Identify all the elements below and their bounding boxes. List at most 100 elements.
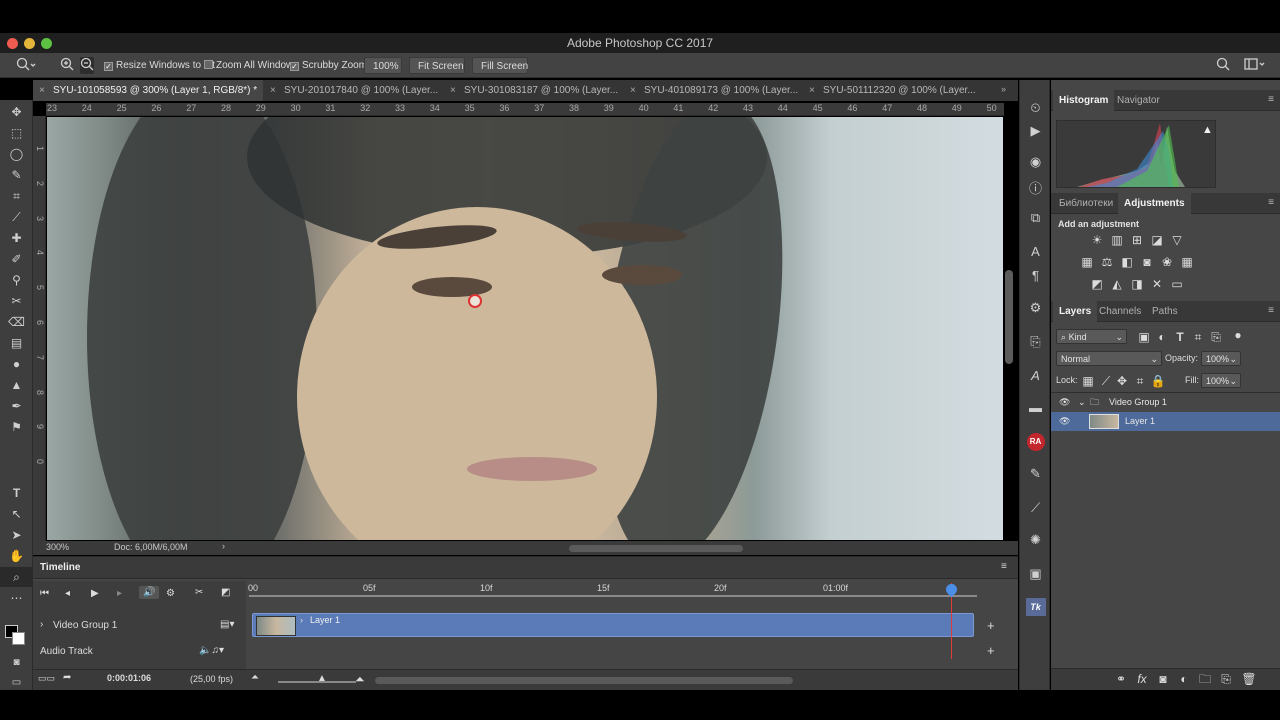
color-lookup-icon[interactable]: ▦ — [1179, 255, 1195, 269]
curves-icon[interactable]: ⊞ — [1129, 233, 1145, 247]
healing-icon[interactable]: ✚ — [0, 228, 33, 248]
close-tab-icon[interactable]: × — [39, 80, 45, 101]
trash-icon[interactable]: 🗑 — [1241, 672, 1257, 686]
close-tab-icon[interactable]: × — [270, 80, 276, 101]
lock-transparent-icon[interactable]: ▦ — [1080, 374, 1096, 388]
color-balance-icon[interactable]: ⚖ — [1099, 255, 1115, 269]
black-white-icon[interactable]: ◧ — [1119, 255, 1135, 269]
previous-frame-icon[interactable]: ◂ — [65, 588, 70, 599]
hand-icon[interactable]: ✋ — [0, 546, 33, 566]
settings-icon[interactable]: ⚙ — [166, 588, 175, 599]
properties-icon[interactable]: ◉ — [1020, 154, 1051, 170]
lock-image-icon[interactable]: ⟋ — [1098, 374, 1114, 388]
filter-shape-icon[interactable]: ⌗ — [1190, 330, 1206, 344]
eye-icon[interactable]: 👁 — [1059, 412, 1070, 431]
eyedropper-icon[interactable]: ⟋ — [0, 207, 33, 227]
zoom-percent-button[interactable]: 100% — [364, 57, 402, 74]
move-icon[interactable]: ✥ — [0, 102, 33, 122]
channel-mixer-icon[interactable]: ❀ — [1159, 255, 1175, 269]
brush-icon[interactable]: ✐ — [0, 249, 33, 269]
tab-adjustments[interactable]: Adjustments — [1118, 193, 1191, 214]
zoom-icon[interactable]: ⌕ — [0, 567, 33, 587]
panel-menu-icon[interactable]: ≡ — [1268, 305, 1274, 316]
filter-pixel-icon[interactable]: ▣ — [1136, 330, 1152, 344]
background-color-swatch[interactable] — [12, 632, 25, 645]
gear-plugin-icon[interactable]: ✺ — [1020, 532, 1051, 548]
marquee-icon[interactable]: ⬚ — [0, 123, 33, 143]
clone-source-icon[interactable]: ⎘ — [1020, 334, 1051, 350]
crop-icon[interactable]: ⌗ — [0, 186, 33, 206]
fill-screen-button[interactable]: Fill Screen — [472, 57, 528, 74]
add-audio-icon[interactable]: + — [987, 643, 995, 658]
next-frame-icon[interactable]: ▸ — [117, 588, 122, 599]
direct-select-icon[interactable]: ↖ — [0, 504, 33, 524]
hue-saturation-icon[interactable]: ▦ — [1079, 255, 1095, 269]
audio-toggle-icon[interactable]: 🔊 — [139, 586, 160, 599]
exposure-icon[interactable]: ◪ — [1149, 233, 1165, 247]
add-media-icon[interactable]: + — [987, 618, 995, 633]
expand-group-icon[interactable]: › — [40, 619, 43, 630]
lasso-icon[interactable]: ◯ — [0, 144, 33, 164]
type-icon[interactable]: T — [0, 483, 33, 503]
render-video-icon[interactable]: ➦ — [63, 672, 71, 683]
folder-icon[interactable]: ▬ — [1020, 400, 1051, 415]
timeline-scrollbar[interactable] — [375, 677, 793, 684]
filter-kind-select[interactable]: ⌕ Kind ⌄ — [1056, 329, 1127, 344]
more-tabs-icon[interactable]: » — [1001, 84, 1006, 94]
image-icon[interactable]: ▣ — [1020, 566, 1051, 582]
close-tab-icon[interactable]: × — [630, 80, 636, 101]
tab-libraries[interactable]: Библиотеки — [1053, 193, 1119, 214]
character-icon[interactable]: A — [1020, 244, 1051, 259]
chevron-down-icon[interactable]: ⌄ — [1078, 393, 1086, 412]
tab-channels[interactable]: Channels — [1093, 301, 1147, 322]
lock-position-icon[interactable]: ✥ — [1114, 374, 1130, 388]
transition-icon[interactable]: ◩ — [221, 587, 230, 598]
link-layers-icon[interactable]: ⚭ — [1113, 672, 1129, 686]
lock-artboard-icon[interactable]: ⌗ — [1132, 374, 1148, 388]
video-clip[interactable]: › Layer 1 — [252, 613, 974, 637]
tab-paths[interactable]: Paths — [1146, 301, 1184, 322]
threshold-icon[interactable]: ◨ — [1129, 277, 1145, 291]
photo-filter-icon[interactable]: ◙ — [1139, 255, 1155, 269]
zoom-all-windows-checkbox[interactable]: Zoom All Windows — [204, 57, 298, 74]
work-area-bar[interactable] — [249, 595, 977, 597]
edit-icon[interactable]: ✎ — [1020, 466, 1051, 482]
add-mask-icon[interactable]: ◙ — [1155, 672, 1171, 686]
play-icon[interactable]: ▶ — [91, 588, 99, 599]
minimize-window-button[interactable] — [24, 38, 35, 49]
path-select-icon[interactable]: ➤ — [0, 525, 33, 545]
blend-mode-select[interactable]: Normal ⌄ — [1056, 351, 1162, 366]
invert-icon[interactable]: ◩ — [1089, 277, 1105, 291]
go-to-first-frame-icon[interactable]: ⏮ — [40, 588, 49, 599]
adjustment-layer-icon[interactable]: ◐ — [1176, 672, 1192, 686]
filter-adjustment-icon[interactable]: ◐ — [1154, 330, 1170, 344]
opacity-field[interactable]: 100% ⌄ — [1201, 351, 1241, 366]
tab-document-4[interactable]: × SYU-401089173 @ 100% (Layer... — [624, 80, 804, 101]
info-icon[interactable]: ⓘ — [1020, 178, 1051, 197]
maximize-window-button[interactable] — [41, 38, 52, 49]
gradient-icon[interactable]: ▤ — [0, 333, 33, 353]
clip-expand-icon[interactable]: › — [300, 615, 303, 625]
timeline-zoom-handle[interactable]: ▲ — [317, 673, 327, 684]
zoom-tool-icon[interactable] — [16, 57, 36, 76]
plugin-icon[interactable]: ⚙ — [1020, 300, 1051, 316]
tab-document-1[interactable]: × SYU-101058593 @ 300% (Layer 1, RGB/8*) … — [33, 80, 263, 101]
dodge-icon[interactable]: ▲ — [0, 375, 33, 395]
blur-icon[interactable]: ● — [0, 354, 33, 374]
layer-row-group[interactable]: 👁 ⌄ 🗀 Video Group 1 — [1051, 393, 1280, 412]
ra-plugin-icon[interactable]: RA — [1020, 432, 1051, 451]
vibrance-icon[interactable]: ▽ — [1169, 233, 1185, 247]
tab-document-2[interactable]: × SYU-201017840 @ 100% (Layer... — [264, 80, 444, 101]
levels-icon[interactable]: ▥ — [1109, 233, 1125, 247]
panel-menu-icon[interactable]: ≡ — [1268, 197, 1274, 208]
gradient-map-icon[interactable]: ▭ — [1169, 277, 1185, 291]
clone-stamp-icon[interactable]: ⚲ — [0, 270, 33, 290]
quick-mask-icon[interactable]: ◙ — [0, 653, 33, 673]
mute-audio-icon[interactable]: 🔈♫▾ — [199, 645, 224, 656]
glyphs-icon[interactable]: A — [1020, 368, 1051, 383]
layer-comps-icon[interactable]: ⧉ — [1020, 210, 1051, 226]
posterize-icon[interactable]: ◭ — [1109, 277, 1125, 291]
paragraph-icon[interactable]: ¶ — [1020, 268, 1051, 283]
lock-all-icon[interactable]: 🔒 — [1150, 374, 1166, 388]
close-window-button[interactable] — [7, 38, 18, 49]
